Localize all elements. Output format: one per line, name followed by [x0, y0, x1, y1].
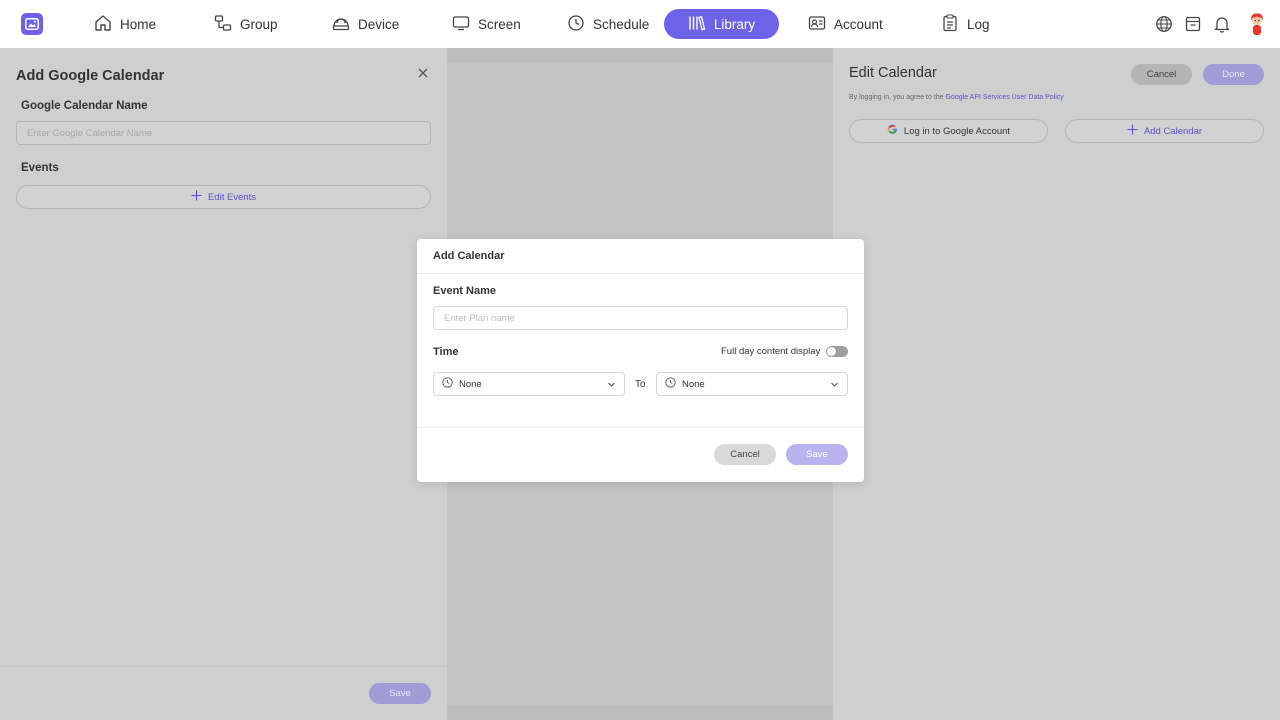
- drawer-title: Add Google Calendar: [16, 68, 165, 84]
- close-icon[interactable]: [416, 66, 430, 80]
- device-icon: [332, 14, 350, 35]
- log-icon: [941, 13, 959, 35]
- calendar-name-label: Google Calendar Name: [21, 100, 148, 112]
- event-name-label: Event Name: [433, 285, 496, 297]
- chevron-down-icon: [830, 380, 839, 392]
- nav-schedule-label: Schedule: [593, 16, 650, 32]
- time-label: Time: [433, 346, 459, 358]
- divider: [417, 273, 864, 274]
- clock-icon: [567, 14, 585, 35]
- nav-screen[interactable]: Screen: [438, 9, 535, 39]
- start-time-select[interactable]: None: [433, 372, 625, 396]
- avatar[interactable]: [1245, 11, 1269, 37]
- clock-icon: [442, 377, 453, 391]
- add-calendar-button[interactable]: Add Calendar: [1065, 119, 1264, 143]
- nav-group[interactable]: Group: [200, 9, 292, 39]
- app-logo[interactable]: [21, 13, 43, 35]
- toggle-knob: [827, 347, 836, 356]
- nav-log[interactable]: Log: [927, 9, 1004, 39]
- full-day-toggle[interactable]: [826, 346, 848, 357]
- nav-schedule[interactable]: Schedule: [553, 9, 663, 39]
- calendar-name-input[interactable]: [16, 121, 431, 145]
- policy-link[interactable]: Google API Services User Data Policy: [946, 94, 1064, 101]
- nav-home[interactable]: Home: [80, 9, 170, 39]
- add-calendar-label: Add Calendar: [1143, 125, 1203, 137]
- dialog-title: Add Calendar: [433, 250, 505, 262]
- cancel-button[interactable]: Cancel: [714, 444, 776, 465]
- edit-events-label: Edit Events: [207, 191, 257, 203]
- nav-library[interactable]: Library: [664, 9, 779, 39]
- google-login-label: Log in to Google Account: [903, 125, 1011, 137]
- edit-events-button[interactable]: Edit Events: [16, 185, 431, 209]
- add-calendar-dialog: Add Calendar Event Name Time Full day co…: [417, 239, 864, 482]
- end-time-select[interactable]: None: [656, 372, 848, 396]
- save-button[interactable]: Save: [369, 683, 431, 704]
- storage-icon[interactable]: [1183, 14, 1203, 34]
- nav-home-label: Home: [120, 16, 157, 32]
- nav-account[interactable]: Account: [794, 9, 897, 39]
- nav-device-label: Device: [358, 16, 400, 32]
- nav-screen-label: Screen: [478, 16, 521, 32]
- done-button[interactable]: Done: [1203, 64, 1264, 85]
- nav-library-label: Library: [713, 16, 756, 32]
- chevron-down-icon: [607, 380, 616, 392]
- to-label: To: [635, 379, 646, 390]
- cancel-button[interactable]: Cancel: [1131, 64, 1192, 85]
- policy-note: By logging in, you agree to the Google A…: [849, 94, 1064, 101]
- bell-icon[interactable]: [1212, 14, 1232, 34]
- add-google-calendar-drawer: Add Google Calendar Google Calendar Name…: [0, 48, 447, 720]
- drawer-title: Edit Calendar: [849, 65, 937, 81]
- google-login-button[interactable]: Log in to Google Account: [849, 119, 1048, 143]
- end-time-value: None: [682, 378, 705, 390]
- policy-note-text: By logging in, you agree to the: [849, 94, 946, 101]
- plus-icon: [191, 190, 202, 204]
- divider: [0, 666, 447, 667]
- account-icon: [808, 14, 826, 35]
- full-day-label: Full day content display: [721, 346, 821, 357]
- home-icon: [94, 14, 112, 35]
- nav-group-label: Group: [240, 16, 278, 32]
- plus-icon: [1127, 124, 1138, 138]
- screen-icon: [452, 14, 470, 35]
- edit-calendar-drawer: Edit Calendar Cancel Done By logging in,…: [833, 48, 1280, 720]
- group-icon: [214, 14, 232, 35]
- globe-icon[interactable]: [1154, 14, 1174, 34]
- top-navigation: Home Group Device Screen Schedule Librar…: [0, 0, 1280, 48]
- library-icon: [688, 14, 706, 35]
- event-name-input[interactable]: [433, 306, 848, 330]
- google-icon: [887, 124, 898, 138]
- save-button[interactable]: Save: [786, 444, 848, 465]
- nav-account-label: Account: [834, 16, 883, 32]
- divider: [417, 427, 864, 428]
- nav-device[interactable]: Device: [318, 9, 413, 39]
- events-label: Events: [21, 162, 59, 174]
- clock-icon: [665, 377, 676, 391]
- nav-log-label: Log: [967, 16, 990, 32]
- start-time-value: None: [459, 378, 482, 390]
